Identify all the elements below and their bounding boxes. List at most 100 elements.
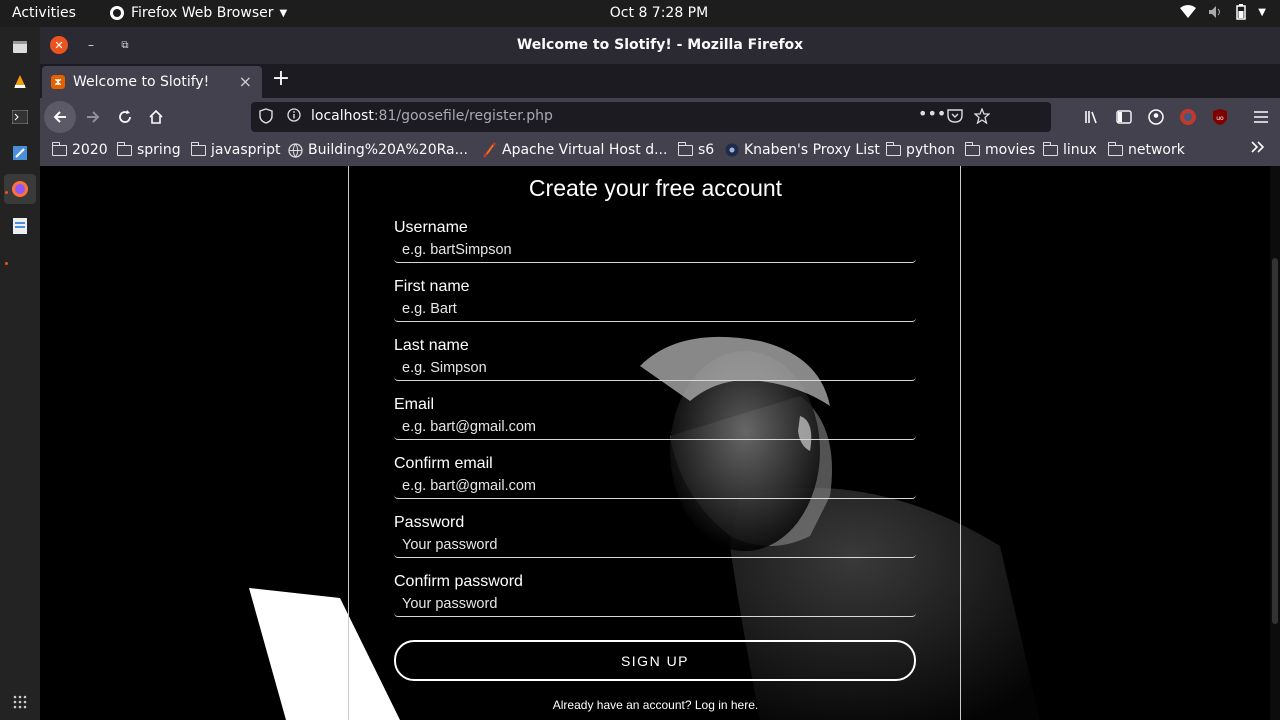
password-field-group: Password — [394, 514, 916, 558]
site-icon — [725, 143, 739, 157]
extension-button[interactable] — [1176, 105, 1200, 129]
bookmark-item[interactable]: linux — [1042, 141, 1097, 158]
bookmark-item[interactable]: spring — [116, 141, 181, 158]
bookmark-label: Building%20A%20Ra... — [308, 142, 468, 158]
arrow-left-icon — [53, 111, 66, 123]
page-actions-icon[interactable]: ••• — [918, 104, 946, 123]
register-panel: Create your free account Username First … — [348, 166, 961, 720]
bookmark-item[interactable]: network — [1107, 141, 1185, 158]
bookmark-item[interactable]: s6 — [677, 141, 715, 158]
folder-icon — [677, 141, 693, 156]
bookmark-item[interactable]: movies — [964, 141, 1035, 158]
last-name-input[interactable] — [394, 355, 916, 381]
forward-button[interactable] — [81, 105, 105, 129]
xampp-icon: ⵣ — [51, 75, 65, 89]
dock — [0, 27, 40, 720]
bookmark-label: s6 — [698, 142, 715, 158]
email-input[interactable] — [394, 414, 916, 440]
confirm-password-label: Confirm password — [394, 573, 523, 590]
library-icon — [1085, 111, 1097, 124]
account-button[interactable] — [1144, 105, 1168, 129]
bookmark-item[interactable]: Apache Virtual Host d... — [482, 142, 667, 158]
login-link[interactable]: Already have an account? Log in here. — [349, 698, 962, 712]
scrollbar-thumb[interactable] — [1272, 258, 1278, 624]
info-icon[interactable] — [287, 108, 301, 126]
bookmark-item[interactable]: python — [885, 141, 955, 158]
folder-icon — [1107, 141, 1123, 156]
url-host: localhost — [311, 108, 374, 124]
battery-icon — [1236, 4, 1247, 20]
bookmark-label: python — [906, 142, 955, 158]
dock-firefox[interactable] — [4, 174, 36, 204]
dock-document-viewer[interactable] — [4, 211, 36, 241]
password-label: Password — [394, 514, 465, 531]
folder-icon — [964, 141, 980, 156]
folder-icon — [1042, 141, 1058, 156]
bookmark-item[interactable]: 2020 — [51, 141, 108, 158]
confirm-password-input[interactable] — [394, 591, 916, 617]
new-tab-button[interactable]: + — [270, 68, 292, 92]
first-name-input[interactable] — [394, 296, 916, 322]
document-icon — [13, 218, 27, 234]
bookmark-label: linux — [1063, 142, 1097, 158]
globe-icon — [288, 142, 303, 158]
bookmark-label: Knaben's Proxy List — [744, 142, 880, 158]
terminal-icon — [12, 110, 28, 124]
dock-files[interactable] — [4, 32, 36, 62]
shield-icon[interactable] — [259, 108, 273, 128]
url-bar[interactable]: localhost:81/goosefile/register.php ••• — [251, 102, 1051, 132]
system-top-bar: Activities Firefox Web Browser ▼ Oct 8 7… — [0, 0, 1280, 27]
first-name-field-group: First name — [394, 278, 916, 322]
close-tab-button[interactable]: × — [239, 72, 252, 91]
window-title: Welcome to Slotify! - Mozilla Firefox — [516, 37, 804, 53]
open-menu-button[interactable] — [1249, 105, 1273, 129]
bookmark-item[interactable]: Building%20A%20Ra... — [288, 142, 468, 158]
chevron-double-right-icon — [1251, 141, 1265, 153]
email-field-group: Email — [394, 396, 916, 440]
form-heading: Create your free account — [528, 175, 783, 201]
url-text: localhost:81/goosefile/register.php — [311, 108, 553, 124]
dock-text-editor[interactable] — [4, 138, 36, 168]
confirm-email-label: Confirm email — [394, 455, 493, 472]
page-scrollbar[interactable] — [1270, 166, 1280, 720]
bookmark-label: spring — [137, 142, 181, 158]
running-indicator — [5, 262, 8, 265]
arrow-right-icon — [87, 111, 100, 123]
reload-button[interactable] — [113, 105, 137, 129]
sign-up-button[interactable]: SIGN UP — [394, 640, 916, 681]
library-button[interactable] — [1080, 105, 1104, 129]
clock[interactable]: Oct 8 7:28 PM — [0, 5, 1280, 21]
folder-icon — [51, 141, 67, 156]
more-bookmarks-button[interactable] — [1250, 140, 1266, 154]
home-button[interactable] — [144, 105, 168, 129]
sidebar-button[interactable] — [1112, 105, 1136, 129]
password-input[interactable] — [394, 532, 916, 558]
text-editor-icon — [13, 146, 27, 160]
pocket-icon[interactable] — [947, 108, 963, 127]
bookmark-label: javaspript — [211, 142, 281, 158]
tab-active[interactable]: ⵣ Welcome to Slotify! × — [42, 66, 262, 98]
bookmark-item[interactable]: javaspript — [190, 141, 281, 158]
bookmark-label: network — [1128, 142, 1185, 158]
dock-terminal[interactable] — [4, 102, 36, 132]
chevron-down-icon: ▼ — [1258, 6, 1266, 18]
confirm-email-input[interactable] — [394, 473, 916, 499]
bookmark-label: Apache Virtual Host d... — [502, 142, 668, 158]
system-tray[interactable]: ▼ — [1180, 4, 1266, 20]
files-icon — [13, 41, 27, 53]
username-input[interactable] — [394, 237, 916, 263]
firefox-icon — [12, 181, 28, 197]
ublock-button[interactable]: uo — [1208, 105, 1232, 129]
feather-icon — [483, 142, 496, 158]
bookmark-label: 2020 — [72, 142, 108, 158]
vlc-icon — [14, 75, 26, 88]
show-applications-button[interactable] — [4, 687, 36, 717]
bookmark-star-icon[interactable] — [973, 107, 991, 128]
extension-icon — [1180, 109, 1196, 125]
running-indicator — [5, 191, 8, 194]
dock-vlc[interactable] — [4, 67, 36, 97]
bookmark-item[interactable]: Knaben's Proxy List — [725, 142, 880, 158]
url-path: :81/goosefile/register.php — [373, 108, 553, 124]
bookmarks-toolbar: 2020 spring javaspript Building%20A%20Ra… — [40, 136, 1280, 166]
back-button[interactable] — [44, 101, 76, 133]
